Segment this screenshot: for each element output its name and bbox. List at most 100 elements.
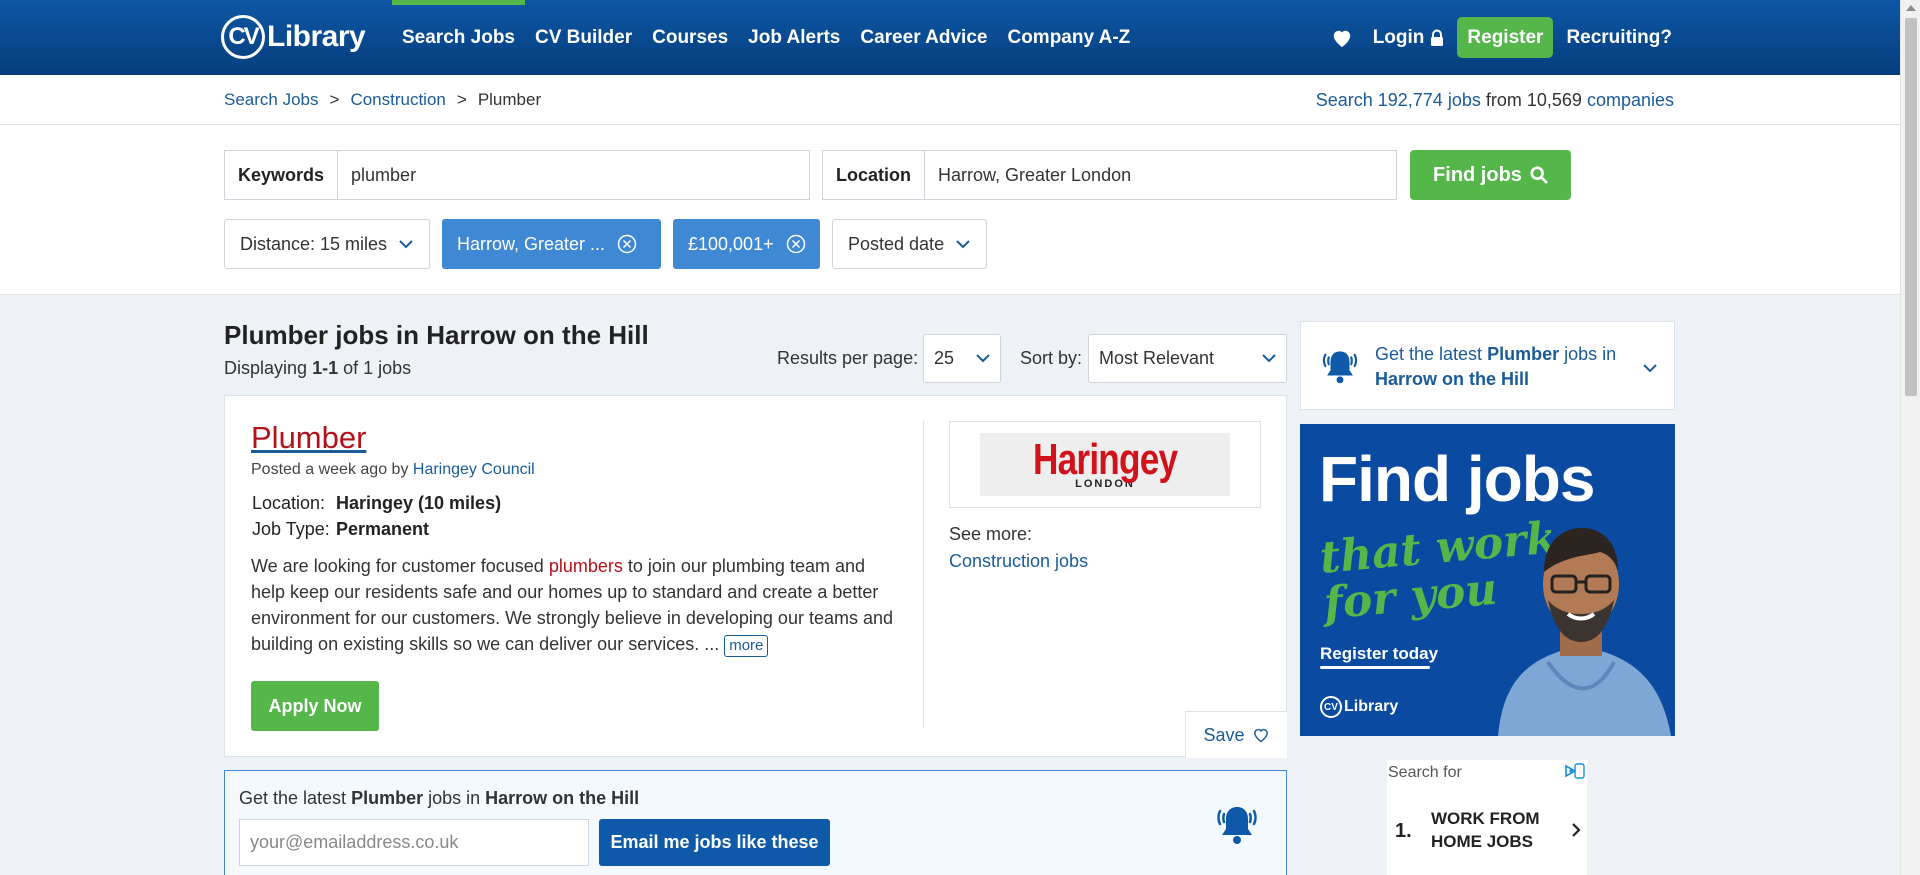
- job-card: Plumber Posted a week ago by Haringey Co…: [224, 395, 1287, 758]
- alert-email-input[interactable]: [239, 819, 589, 866]
- bell-icon: [1321, 346, 1359, 391]
- haringey-logo: Haringey LONDON: [980, 433, 1230, 496]
- location-field: Location: [822, 150, 1397, 200]
- breadcrumb-bar: Search Jobs > Construction > Plumber Sea…: [0, 75, 1900, 125]
- save-job-button[interactable]: Save: [1185, 711, 1287, 758]
- more-button[interactable]: more: [724, 635, 769, 657]
- ad-logo: CV Library: [1320, 696, 1398, 718]
- breadcrumb-current: Plumber: [477, 90, 542, 109]
- apply-now-button[interactable]: Apply Now: [251, 681, 379, 731]
- results-per-page-label: Results per page:: [777, 348, 919, 368]
- cv-library-logo[interactable]: CV Library: [221, 12, 366, 62]
- company-logo[interactable]: Haringey LONDON: [949, 421, 1261, 508]
- job-title-link[interactable]: Plumber: [251, 420, 366, 456]
- logo-text: Library: [267, 20, 366, 53]
- desc-before: We are looking for customer focused: [251, 556, 549, 576]
- email-me-jobs-button[interactable]: Email me jobs like these: [599, 819, 830, 866]
- remove-salary-filter-icon[interactable]: [786, 234, 806, 254]
- breadcrumb: Search Jobs > Construction > Plumber: [224, 90, 541, 110]
- nav-career-advice[interactable]: Career Advice: [850, 0, 997, 75]
- side-text-1: Get the latest: [1375, 344, 1488, 364]
- location-chip-label: Harrow, Greater ...: [457, 233, 606, 254]
- ad-cta-underline: [1320, 666, 1430, 669]
- account-nav: Login Register Recruiting?: [1331, 17, 1672, 58]
- lock-icon: [1430, 29, 1444, 47]
- side-location: Harrow on the Hill: [1375, 369, 1530, 389]
- search-ad-number: 1.: [1395, 820, 1412, 842]
- see-more-label: See more:: [949, 524, 1033, 544]
- register-button[interactable]: Register: [1457, 17, 1554, 58]
- heart-outline-icon: [1253, 728, 1268, 743]
- search-ad-text: WORK FROM HOME JOBS: [1431, 809, 1540, 851]
- job-type-key: Job Type:: [252, 519, 330, 539]
- count-prefix: Displaying: [224, 358, 308, 378]
- adchoices-icon[interactable]: [1563, 763, 1585, 779]
- nav-job-alerts[interactable]: Job Alerts: [738, 0, 850, 75]
- scroll-up-arrow-icon[interactable]: [1906, 5, 1916, 11]
- scroll-thumb[interactable]: [1905, 18, 1917, 396]
- location-input[interactable]: [925, 151, 1396, 199]
- search-ad[interactable]: Search for 1. WORK FROM HOME JOBS: [1387, 760, 1587, 875]
- alert-location: Harrow on the Hill: [485, 788, 640, 808]
- sort-by-select[interactable]: Most Relevant: [1088, 334, 1287, 383]
- job-alert-box: Get the latest Plumber jobs in Harrow on…: [224, 770, 1287, 875]
- card-divider: [923, 421, 924, 728]
- nav-search-jobs[interactable]: Search Jobs: [392, 0, 525, 75]
- save-label: Save: [1203, 724, 1245, 745]
- count-suffix: of 1 jobs: [343, 358, 412, 378]
- posted-date-filter[interactable]: Posted date: [832, 219, 987, 269]
- recruiting-link[interactable]: Recruiting?: [1566, 27, 1672, 49]
- company-link[interactable]: Haringey Council: [413, 461, 535, 478]
- results-title: Plumber jobs in Harrow on the Hill: [224, 320, 649, 350]
- results-per-page-select[interactable]: 25: [923, 334, 1001, 383]
- nav-courses[interactable]: Courses: [642, 0, 738, 75]
- login-label: Login: [1372, 26, 1425, 48]
- stats-search-prefix[interactable]: Search: [1316, 90, 1373, 110]
- cv-library-ad-banner[interactable]: Find jobs that work for you Register tod…: [1300, 424, 1675, 736]
- top-navbar: CV Library Search Jobs CV Builder Course…: [0, 0, 1900, 75]
- location-label: Location: [823, 151, 925, 199]
- location-chip[interactable]: Harrow, Greater ...: [442, 219, 661, 269]
- nav-cv-builder[interactable]: CV Builder: [525, 0, 642, 75]
- results-count: Displaying 1-1 of 1 jobs: [224, 358, 411, 379]
- location-key: Location:: [252, 493, 326, 513]
- stats-jobs-link[interactable]: 192,774 jobs: [1378, 90, 1481, 110]
- remove-location-filter-icon[interactable]: [617, 234, 637, 254]
- sidebar-job-alert[interactable]: Get the latest Plumber jobs in Harrow on…: [1300, 321, 1675, 410]
- sort-by-value: Most Relevant: [1099, 348, 1215, 368]
- salary-chip-label: £100,001+: [688, 233, 774, 254]
- side-text-2: jobs in: [1559, 344, 1617, 364]
- chevron-down-icon: [956, 239, 970, 249]
- find-jobs-label: Find jobs: [1433, 163, 1522, 186]
- job-meta: Location: Haringey (10 miles) Job Type: …: [252, 490, 501, 542]
- saved-jobs-heart-icon[interactable]: [1331, 26, 1355, 50]
- keywords-input[interactable]: [338, 151, 809, 199]
- keywords-label: Keywords: [225, 151, 339, 199]
- desc-highlight: plumbers: [548, 556, 623, 576]
- results-per-page-value: 25: [934, 348, 955, 368]
- salary-chip[interactable]: £100,001+: [673, 219, 820, 269]
- chevron-down-icon: [976, 354, 990, 363]
- construction-jobs-link[interactable]: Construction jobs: [949, 551, 1088, 572]
- find-jobs-button[interactable]: Find jobs: [1410, 150, 1571, 200]
- breadcrumb-construction[interactable]: Construction: [350, 90, 445, 110]
- count-range: 1-1: [312, 358, 339, 378]
- job-posted-info: Posted a week ago by Haringey Council: [251, 461, 535, 479]
- login-link[interactable]: Login: [1373, 27, 1445, 49]
- alert-keyword: Plumber: [351, 788, 424, 808]
- search-panel: Keywords Location Find jobs Distance: 15…: [0, 125, 1900, 295]
- bell-icon: [1215, 801, 1259, 852]
- distance-filter[interactable]: Distance: 15 miles: [224, 219, 430, 269]
- chevron-right-icon: [1571, 822, 1581, 843]
- page-scrollbar[interactable]: [1900, 0, 1920, 875]
- logo-word: Haringey: [1032, 434, 1178, 484]
- nav-company-a-z[interactable]: Company A-Z: [997, 0, 1140, 75]
- ad-logo-mark: CV: [1320, 696, 1342, 718]
- chevron-down-icon: [399, 239, 413, 249]
- stats-middle: from: [1485, 90, 1522, 110]
- logo-mark: CV: [221, 15, 265, 59]
- stats-companies-link[interactable]: companies: [1587, 90, 1674, 110]
- main-nav: Search Jobs CV Builder Courses Job Alert…: [392, 0, 1140, 75]
- chevron-down-icon: [1262, 354, 1276, 363]
- breadcrumb-search-jobs[interactable]: Search Jobs: [224, 90, 319, 110]
